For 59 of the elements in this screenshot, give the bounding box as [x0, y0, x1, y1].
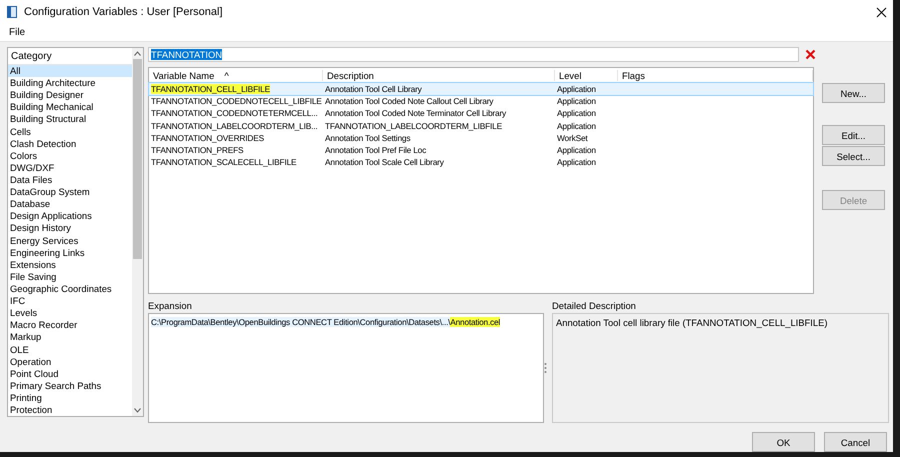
category-item[interactable]: All [8, 65, 132, 78]
category-item[interactable]: Operation [8, 356, 132, 368]
category-item[interactable]: Printing [8, 392, 132, 404]
category-item[interactable]: Clash Detection [8, 138, 132, 150]
action-button[interactable]: Select... [822, 146, 885, 166]
column-header[interactable]: Variable Name ^ [149, 70, 323, 81]
table-row[interactable]: TFANNOTATION_LABELCOORDTERM_LIB... TFANNOTATION_LABELCOORDTERM_LIBFILE Application [149, 120, 813, 132]
category-item[interactable]: Point Cloud [8, 368, 132, 380]
category-item[interactable]: Macro Recorder [8, 319, 132, 332]
category-item[interactable]: Design History [8, 222, 132, 235]
dialog-button[interactable]: Cancel [824, 432, 887, 452]
dialog-button[interactable]: OK [752, 432, 815, 452]
menu-item[interactable]: File [9, 27, 26, 38]
table-row[interactable]: TFANNOTATION_CODEDNOTECELL_LIBFILE Annotation Tool Coded Note Callout Cell Library Application [149, 95, 813, 108]
search-field[interactable]: TFANNOTATION [148, 47, 799, 62]
category-item[interactable]: Extensions [8, 258, 132, 271]
app-icon [6, 5, 18, 19]
category-item[interactable]: DWG/DXF [8, 162, 132, 174]
category-item[interactable]: Building Designer [8, 89, 132, 102]
category-item[interactable]: Building Structural [8, 113, 132, 126]
table-row[interactable]: TFANNOTATION_PREFS Annotation Tool Pref File Loc Application [149, 144, 813, 156]
window-title: Configuration Variables : User [Personal] [24, 6, 224, 18]
action-button[interactable]: Edit... [822, 125, 885, 145]
description-field: Annotation Tool cell library file (TFANNOTATION_CELL_LIBFILE) [552, 313, 889, 423]
expansion-field[interactable]: C:\ProgramData\Bentley\OpenBuildings CONNECT Edition\Configuration\Datasets\...\Annotation.cel [148, 313, 544, 423]
category-item[interactable]: Levels [8, 307, 132, 320]
category-item[interactable]: IFC [8, 295, 132, 308]
category-item[interactable]: Primary Search Paths [8, 380, 132, 392]
table-row[interactable]: TFANNOTATION_SCALECELL_LIBFILE Annotation Tool Scale Cell Library Application [149, 156, 813, 168]
close-icon[interactable] [876, 6, 887, 18]
column-header[interactable]: Flags [618, 70, 813, 81]
category-item[interactable]: File Saving [8, 270, 132, 283]
scrollbar[interactable] [132, 48, 143, 416]
pane-label: Expansion [148, 300, 193, 312]
category-item[interactable]: Cells [8, 126, 132, 138]
table-row[interactable]: TFANNOTATION_CODEDNOTETERMCELL... Annotation Tool Coded Note Terminator Cell Library Application [149, 107, 813, 120]
category-item[interactable]: Building Mechanical [8, 101, 132, 114]
category-item[interactable]: Engineering Links [8, 246, 132, 259]
category-item[interactable]: DataGroup System [8, 186, 132, 198]
category-item[interactable]: Energy Services [8, 234, 132, 247]
category-item[interactable]: Colors [8, 150, 132, 162]
table-row[interactable]: TFANNOTATION_CELL_LIBFILE Annotation Tool Cell Library Application [149, 83, 813, 96]
clear-icon[interactable] [805, 49, 816, 60]
pane-label: Detailed Description [552, 300, 637, 312]
action-button[interactable]: New... [822, 83, 885, 103]
scroll-down-icon[interactable] [134, 408, 141, 413]
category-item[interactable]: Data Files [8, 174, 132, 186]
table-row[interactable]: TFANNOTATION_OVERRIDES Annotation Tool Settings WorkSet [149, 132, 813, 144]
category-item[interactable]: OLE [8, 344, 132, 356]
category-item[interactable]: Database [8, 198, 132, 210]
category-item[interactable]: Design Applications [8, 210, 132, 222]
category-item[interactable]: Building Architecture [8, 77, 132, 90]
category-item[interactable]: Markup [8, 331, 132, 344]
category-item[interactable]: Geographic Coordinates [8, 282, 132, 296]
scroll-up-icon[interactable] [134, 51, 141, 56]
splitter-grip-icon[interactable] [544, 362, 547, 374]
column-header[interactable]: Level [555, 70, 618, 81]
category-item[interactable]: Protection [8, 404, 132, 416]
column-header[interactable]: Description [323, 70, 555, 81]
